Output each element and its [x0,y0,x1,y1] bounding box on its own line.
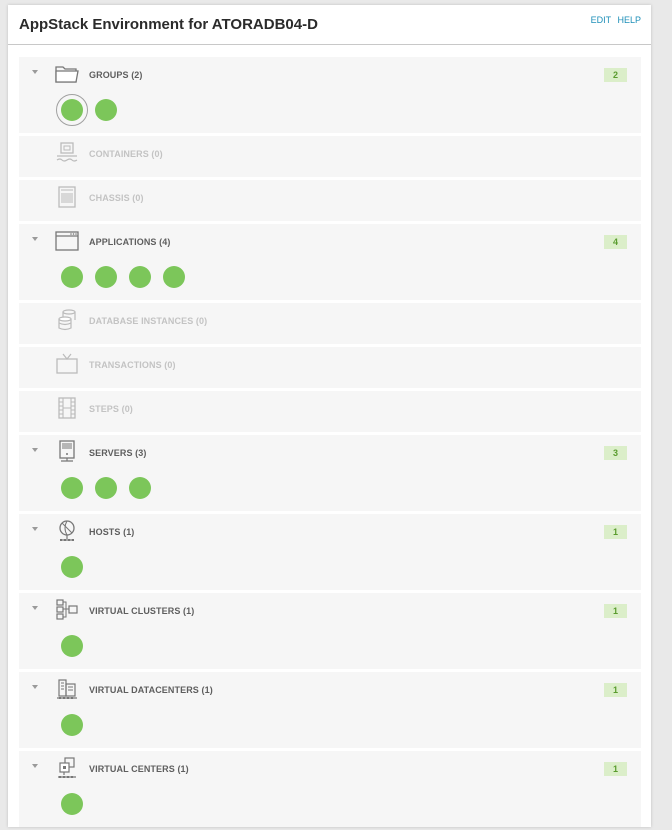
header-links: EDIT HELP [587,15,641,25]
section-label[interactable]: SERVERS (3) [89,448,146,458]
section-servers: SERVERS (3) 3 [19,435,641,511]
section-list: GROUPS (2) 2 CONTAINERS (0) CHASSIS (0) APPL… [19,57,641,830]
section-label: CONTAINERS (0) [89,149,163,159]
section-containers: CONTAINERS (0) [19,136,641,177]
status-dot-ok[interactable] [129,266,151,288]
film-strip-icon [54,396,80,420]
status-dot-ok[interactable] [61,635,83,657]
server-icon [54,440,80,464]
collapse-arrow-icon[interactable] [32,685,38,689]
count-badge: 1 [604,683,627,697]
count-badge: 1 [604,604,627,618]
datacenter-icon [54,677,80,701]
collapse-arrow-icon[interactable] [32,448,38,452]
section-virtual-clusters: VIRTUAL CLUSTERS (1) 1 [19,593,641,669]
status-dot-ok[interactable] [95,99,117,121]
section-applications: APPLICATIONS (4) 4 [19,224,641,300]
host-icon [54,519,80,543]
section-label: TRANSACTIONS (0) [89,360,176,370]
application-window-icon [54,229,80,253]
section-label[interactable]: GROUPS (2) [89,70,143,80]
status-dot-ok[interactable] [56,94,88,126]
section-groups: GROUPS (2) 2 [19,57,641,133]
count-badge: 4 [604,235,627,249]
status-dot-ok[interactable] [61,793,83,815]
folder-icon [54,62,80,86]
section-label[interactable]: VIRTUAL CENTERS (1) [89,764,189,774]
section-virtual-datacenters: VIRTUAL DATACENTERS (1) 1 [19,672,641,748]
section-label[interactable]: VIRTUAL DATACENTERS (1) [89,685,213,695]
status-dot-ok[interactable] [61,556,83,578]
collapse-arrow-icon[interactable] [32,70,38,74]
edit-link[interactable]: EDIT [591,15,611,25]
appstack-panel: AppStack Environment for ATORADB04-D EDI… [8,5,651,827]
monitor-icon [54,352,80,376]
section-hosts: HOSTS (1) 1 [19,514,641,590]
container-icon [54,141,80,165]
help-link[interactable]: HELP [617,15,641,25]
status-dot-ok[interactable] [61,714,83,736]
section-transactions: TRANSACTIONS (0) [19,347,641,388]
page-title: AppStack Environment for ATORADB04-D [19,16,318,33]
section-label: STEPS (0) [89,404,133,414]
status-dot-ok[interactable] [61,266,83,288]
section-label[interactable]: HOSTS (1) [89,527,134,537]
database-icon [54,308,80,332]
count-badge: 1 [604,762,627,776]
cluster-icon [54,598,80,622]
virtual-center-icon [54,756,80,780]
section-steps: STEPS (0) [19,391,641,432]
collapse-arrow-icon[interactable] [32,527,38,531]
collapse-arrow-icon[interactable] [32,764,38,768]
section-label[interactable]: APPLICATIONS (4) [89,237,170,247]
count-badge: 1 [604,525,627,539]
status-dot-ok[interactable] [95,266,117,288]
collapse-arrow-icon[interactable] [32,237,38,241]
status-dot-ok[interactable] [163,266,185,288]
panel-header: AppStack Environment for ATORADB04-D EDI… [8,5,651,45]
chassis-icon [54,185,80,209]
status-dot-ok[interactable] [61,477,83,499]
section-virtual-centers: VIRTUAL CENTERS (1) 1 [19,751,641,827]
count-badge: 3 [604,446,627,460]
section-label: CHASSIS (0) [89,193,144,203]
collapse-arrow-icon[interactable] [32,606,38,610]
section-label[interactable]: VIRTUAL CLUSTERS (1) [89,606,194,616]
status-dot-ok[interactable] [95,477,117,499]
count-badge: 2 [604,68,627,82]
section-chassis: CHASSIS (0) [19,180,641,221]
section-database-instances: DATABASE INSTANCES (0) [19,303,641,344]
section-label: DATABASE INSTANCES (0) [89,316,208,326]
status-dot-ok[interactable] [129,477,151,499]
